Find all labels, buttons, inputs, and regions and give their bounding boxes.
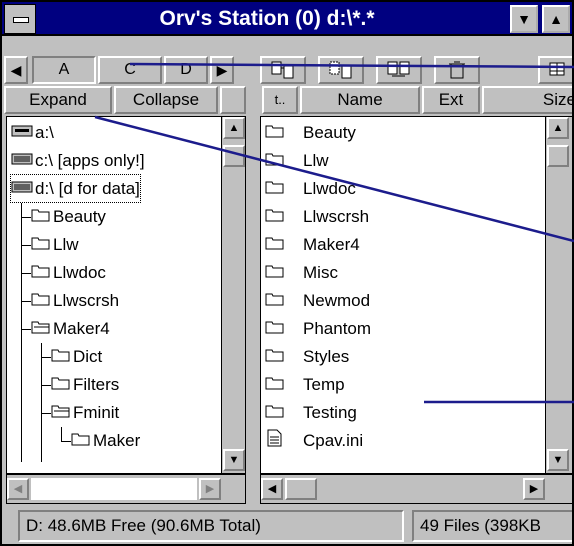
callout-line-drive-tabs [129, 62, 574, 69]
callout-lines [94, 62, 574, 404]
callout-line-tree [94, 115, 574, 243]
